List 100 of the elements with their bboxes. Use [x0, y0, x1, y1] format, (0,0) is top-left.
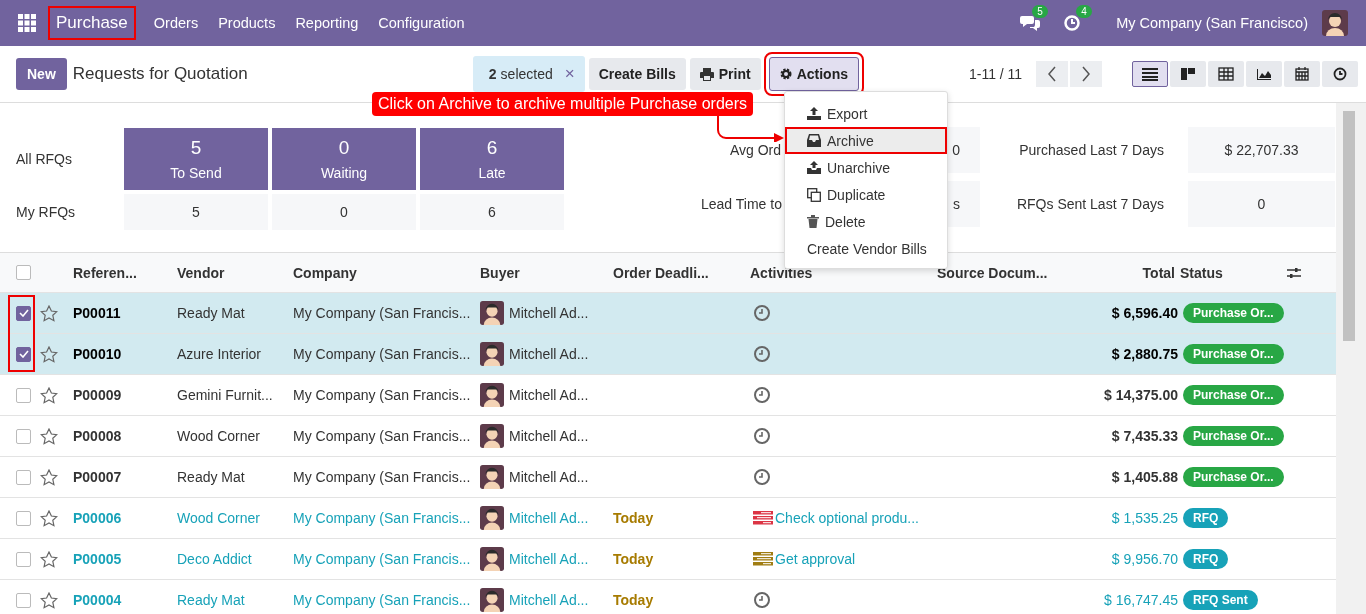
buyer-name: Mitchell Ad... — [509, 469, 589, 485]
clock-icon[interactable] — [753, 427, 771, 445]
vendor-cell-text: Azure Interior — [177, 346, 263, 362]
table-row[interactable]: P00006 Wood Corner My Company (San Francis... Mitchell Ad... Today Check optional produ... $ 1,535.25 RFQ — [0, 498, 1336, 539]
column-header[interactable]: Order Deadli... — [613, 264, 750, 281]
vendor-cell-text: Wood Corner — [177, 428, 261, 444]
menu-item[interactable]: Orders — [153, 15, 199, 31]
pivot-view-button[interactable] — [1208, 61, 1245, 87]
table-row[interactable]: P00005 Deco Addict My Company (San Francis... Mitchell Ad... Today Get approval $ 9,956.70 RFQ — [0, 539, 1336, 580]
deadline-cell: Today — [613, 551, 654, 567]
star-icon[interactable] — [40, 591, 58, 609]
column-header[interactable]: Referen... — [73, 264, 177, 281]
stat-value: 0 — [1188, 181, 1335, 227]
table-row[interactable]: P00004 Ready Mat My Company (San Francis... Mitchell Ad... Today $ 16,747.45 RFQ Sent — [0, 580, 1336, 614]
column-header[interactable]: Buyer — [480, 264, 613, 281]
previous-page-button[interactable] — [1036, 61, 1069, 87]
company-cell-text: My Company (San Francis... — [293, 428, 472, 444]
reference-cell-text: P00009 — [73, 387, 123, 403]
column-header[interactable]: Source Docum... — [937, 264, 1057, 281]
status-badge: RFQ — [1183, 508, 1229, 528]
pager-value[interactable]: 1-11 / 11 — [968, 66, 1023, 82]
status-badge: Purchase Or... — [1183, 426, 1284, 446]
menu-item[interactable]: Reporting — [295, 15, 359, 31]
apps-menu-icon[interactable] — [18, 14, 36, 32]
clock-icon[interactable] — [753, 304, 771, 322]
row-checkbox[interactable] — [16, 592, 31, 608]
star-icon[interactable] — [40, 509, 58, 527]
clock-icon[interactable] — [753, 345, 771, 363]
column-header[interactable]: Total — [1057, 264, 1175, 281]
toolbar-button[interactable]: Create Bills — [588, 58, 686, 90]
user-avatar[interactable] — [1322, 10, 1348, 36]
message-count-badge: 5 — [1032, 5, 1048, 18]
menu-item[interactable]: Configuration — [378, 15, 465, 31]
menu-item[interactable]: Products — [218, 15, 276, 31]
app-name[interactable]: Purchase — [48, 6, 136, 40]
table-row[interactable]: P00008 Wood Corner My Company (San Francis... Mitchell Ad... $ 7,435.33 Purchase Or... — [0, 416, 1336, 457]
column-header[interactable]: Company — [293, 264, 480, 281]
clock-icon[interactable] — [753, 468, 771, 486]
chat-icon[interactable] — [1020, 15, 1041, 31]
new-button[interactable]: New — [16, 58, 67, 90]
my-rfq-count[interactable]: 5 — [124, 194, 268, 230]
vendor-cell-text: Deco Addict — [177, 551, 253, 567]
task-list-icon[interactable] — [753, 551, 773, 567]
gear-icon — [779, 68, 792, 80]
task-list-icon[interactable] — [753, 510, 773, 526]
next-page-button[interactable] — [1070, 61, 1103, 87]
column-header[interactable]: Status — [1175, 264, 1287, 281]
row-checkbox[interactable] — [16, 469, 31, 485]
menu-option[interactable]: Create Vendor Bills — [785, 235, 947, 262]
table-row[interactable]: P00009 Gemini Furnit... My Company (San Francis... Mitchell Ad... $ 14,375.00 Purchase Or... — [0, 375, 1336, 416]
row-checkbox[interactable] — [16, 346, 31, 362]
row-checkbox[interactable] — [16, 387, 31, 403]
stat-value: $ 22,707.33 — [1188, 127, 1335, 173]
activity-view-button[interactable] — [1322, 61, 1359, 87]
status-badge: Purchase Or... — [1183, 385, 1284, 405]
buyer-name: Mitchell Ad... — [509, 592, 589, 608]
kanban-view-button[interactable] — [1170, 61, 1207, 87]
toolbar-button[interactable]: Print — [689, 58, 761, 90]
my-rfq-count[interactable]: 6 — [420, 194, 564, 230]
star-icon[interactable] — [40, 304, 58, 322]
total-cell-text: $ 2,880.75 — [1110, 346, 1178, 362]
row-checkbox[interactable] — [16, 428, 31, 444]
star-icon[interactable] — [40, 468, 58, 486]
scrollbar[interactable] — [1336, 103, 1366, 614]
avatar-icon — [480, 506, 504, 530]
graph-view-button[interactable] — [1246, 61, 1283, 87]
clock-icon[interactable] — [753, 591, 771, 609]
menu-option[interactable]: Export — [785, 100, 947, 127]
rfq-stat-tile[interactable]: 0 Waiting — [272, 128, 416, 190]
column-settings-icon[interactable] — [1287, 266, 1301, 279]
reference-cell-text: P00006 — [73, 510, 123, 526]
chevron-left-icon — [1047, 66, 1058, 82]
rfq-stat-tile[interactable]: 6 Late — [420, 128, 564, 190]
star-icon[interactable] — [40, 550, 58, 568]
star-icon[interactable] — [40, 386, 58, 404]
rfq-stat-tile[interactable]: 5 To Send — [124, 128, 268, 190]
row-label: My RFQs — [16, 204, 77, 220]
table-row[interactable]: P00010 Azure Interior My Company (San Francis... Mitchell Ad... $ 2,880.75 Purchase Or... — [0, 334, 1336, 375]
calendar-view-button[interactable] — [1284, 61, 1321, 87]
row-checkbox[interactable] — [16, 551, 31, 567]
star-icon[interactable] — [40, 427, 58, 445]
row-checkbox[interactable] — [16, 510, 31, 526]
column-header[interactable]: Activities — [750, 264, 937, 281]
my-rfq-count[interactable]: 0 — [272, 194, 416, 230]
list-view-button[interactable] — [1132, 61, 1169, 87]
star-icon[interactable] — [40, 345, 58, 363]
vendor-cell-text: Ready Mat — [177, 469, 246, 485]
upload-icon — [807, 107, 821, 120]
company-switcher[interactable]: My Company (San Francisco) — [1116, 15, 1308, 31]
menu-option[interactable]: Archive — [785, 127, 947, 154]
avatar-icon — [480, 342, 504, 366]
row-label: All RFQs — [16, 151, 73, 167]
reference-cell-text: P00011 — [73, 305, 122, 321]
clock-icon[interactable] — [753, 386, 771, 404]
table-row[interactable]: P00011 Ready Mat My Company (San Francis... Mitchell Ad... $ 6,596.40 Purchase Or... — [0, 293, 1336, 334]
row-checkbox[interactable] — [16, 305, 31, 321]
column-header[interactable]: Vendor — [177, 264, 293, 281]
clear-selection-button[interactable]: × — [564, 64, 575, 84]
select-all-checkbox[interactable] — [16, 265, 31, 280]
table-row[interactable]: P00007 Ready Mat My Company (San Francis... Mitchell Ad... $ 1,405.88 Purchase Or... — [0, 457, 1336, 498]
